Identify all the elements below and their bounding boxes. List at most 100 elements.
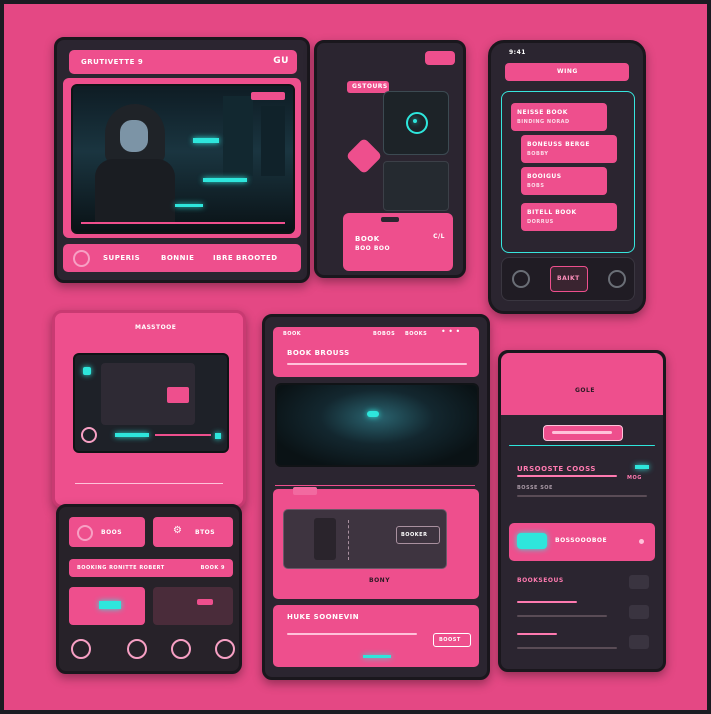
map-radar-panel[interactable] [383,91,449,155]
search-bar[interactable] [543,425,623,441]
phone-tall-badge: MOG [627,475,642,481]
nav-home-icon[interactable] [71,639,91,659]
phone-list-device: WING 9:41 NEISSE BOOK BINDING NORAD BONE… [488,40,646,314]
phone-small-top-tab[interactable]: GSTOURS [347,81,389,93]
phone-tall-top-label: GOLE [575,387,595,394]
featured-card[interactable]: BOSSOOOBOE [509,523,655,561]
scene-header-title: BOOK BROUSS [287,349,350,357]
media-preview [99,601,121,609]
list-item[interactable]: BONEUSS BERGE BOBBY [521,135,617,163]
strip-value: BOOK 9 [200,565,225,571]
strip-text: BOOKING RONITTE ROBERT [77,565,165,571]
boost-button-label: BOOST [439,637,461,643]
nav-search-icon[interactable] [127,639,147,659]
hud-bar [81,222,285,224]
card-badge: C/L [433,233,445,240]
progress-track [155,434,211,436]
scene-nav-item[interactable]: BOOKS [405,331,427,337]
list-row[interactable] [517,647,617,649]
scene-viewport[interactable] [275,383,479,467]
list-row[interactable] [517,633,557,635]
play-icon[interactable] [73,250,90,267]
target-icon[interactable] [81,427,97,443]
list-item-title: BONEUSS BERGE [527,141,590,148]
dashboard-screen[interactable] [73,353,229,453]
media-preview [197,599,213,605]
neon-sign [193,138,219,143]
dashboard-tile[interactable]: BOOS [69,517,145,547]
card-subtitle: BOO BOO [355,245,391,252]
nav-left-icon[interactable] [512,270,530,288]
footer-item[interactable]: SUPERIS [103,254,140,262]
hud-indicator [251,92,285,100]
list-header: BOOKSEOUS [517,577,564,584]
search-bar-fill [552,431,612,434]
tablet-game-device: GRUTIVETTE 9 GU SUPERIS BONNIE IBRE BROO… [54,37,310,283]
media-tile[interactable] [69,587,145,625]
list-item-sub: BINDING NORAD [517,119,570,125]
scene-nav-item[interactable]: BOBOS [373,331,395,337]
console-value-box[interactable]: BOOKER [396,526,440,544]
featured-card-title: BOSSOOOBOE [555,537,608,544]
tablet-scene-device: BOOK BOBOS BOOKS • • • BOOK BROUSS BOOKE… [262,314,490,680]
console-list [348,520,389,560]
radar-dot [413,119,417,123]
list-thumb-icon[interactable] [629,635,649,649]
phone-small-card[interactable]: BOOK BOO BOO C/L [343,213,453,271]
game-scene-viewport[interactable] [71,84,295,234]
scene-tab[interactable] [293,487,317,495]
console-panel[interactable]: BOOKER [283,509,447,569]
list-item-title: NEISSE BOOK [517,109,568,116]
dashboard-header: MASSTOOE [65,319,233,335]
phone-small-corner [425,51,455,65]
scene-nav-item[interactable]: BOOK [283,331,301,337]
tablet-game-footer: SUPERIS BONNIE IBRE BROOTED [63,244,301,272]
character-face [120,120,148,152]
footer-item[interactable]: IBRE BROOTED [213,254,278,262]
status-time: 9:41 [509,49,526,56]
tile-icon [77,525,93,541]
dashboard-footer-bar [75,483,223,492]
phone-tall-header: GOLE [501,353,663,415]
console-value: BOOKER [401,532,428,538]
list-item[interactable]: BOOIGUS BOBS [521,167,607,195]
list-item[interactable]: NEISSE BOOK BINDING NORAD [511,103,607,131]
console-slider[interactable] [314,518,336,560]
list-row[interactable] [517,615,607,617]
nav-profile-icon[interactable] [171,639,191,659]
boost-button[interactable]: BOOST [433,633,471,647]
nav-settings-icon[interactable] [215,639,235,659]
nav-right-icon[interactable] [608,270,626,288]
media-tile[interactable] [153,587,233,625]
list-thumb-icon[interactable] [629,605,649,619]
tablet-game-header: GRUTIVETTE 9 GU [69,50,297,74]
header-rule [287,363,467,365]
status-light [83,367,91,375]
list-item[interactable]: BITELL BOOK DORRUS [521,203,617,231]
footer-item[interactable]: BONNIE [161,254,194,262]
hex-action-icon[interactable] [345,137,383,175]
window-dots-icon[interactable]: • • • [441,328,469,336]
dashboard-title: MASSTOOE [135,324,177,331]
list-item-title: BITELL BOOK [527,209,577,216]
row-rule [517,495,647,497]
header-label: WING [557,68,578,75]
scene-content: BOOKER BONY [273,487,479,599]
section-rule [287,633,417,635]
list-thumb-icon[interactable] [629,575,649,589]
scene-toolbar [275,467,475,486]
list-row[interactable] [517,601,577,603]
center-badge[interactable]: BAIKT [550,266,588,292]
dashboard-tile[interactable]: ⚙ BTOS [153,517,233,547]
character-avatar [95,104,175,224]
bottom-dock: BAIKT [501,257,635,301]
tablet-dashboard-lower: BOOS ⚙ BTOS BOOKING RONITTE ROBERT BOOK … [56,504,242,674]
footer-indicator [363,655,391,658]
scene-building [223,96,253,176]
scene-building [261,106,285,176]
phone-tall-device: GOLE URSOOSTE COOSS MOG BOSSE SOE BOSSOO… [498,350,666,672]
brand-logo-icon[interactable]: GU [273,56,289,66]
tablet-dashboard-device: MASSTOOE [52,310,246,508]
dashboard-strip[interactable]: BOOKING RONITTE ROBERT BOOK 9 [69,559,233,577]
tile-label: BTOS [195,529,216,536]
